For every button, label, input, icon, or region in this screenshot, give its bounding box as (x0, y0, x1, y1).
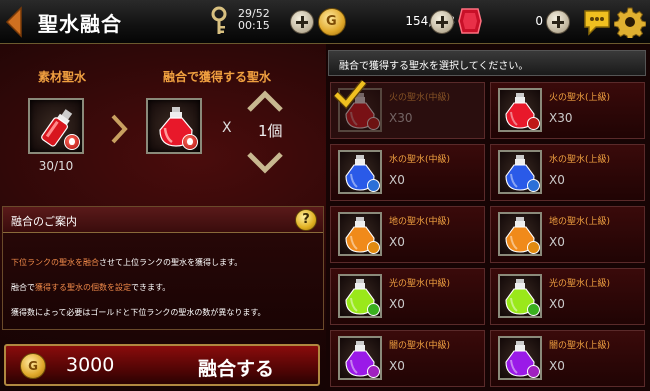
potion-name: 水の聖水(中級) (389, 155, 451, 165)
element-badge-icon (367, 179, 380, 192)
potion-thumbnail (338, 336, 382, 380)
guide-line-1-highlight: 下位ランクの聖水を融合 (11, 258, 99, 267)
quantity-up-icon[interactable] (245, 90, 285, 114)
potion-count: X0 (549, 359, 565, 373)
add-stamina-button[interactable] (290, 10, 314, 34)
result-slot (146, 98, 202, 154)
potion-name: 火の聖水(上級) (549, 93, 611, 103)
top-bar: 聖水融合 29/52 00:15 G 154,368 0 (0, 0, 650, 44)
source-count: 30/10 (38, 159, 74, 173)
potion-name: 地の聖水(上級) (549, 217, 611, 227)
potion-count: X0 (389, 235, 405, 249)
element-badge-icon (367, 117, 380, 130)
potion-count: X0 (389, 359, 405, 373)
gold-coin-icon: G (318, 8, 346, 36)
potion-thumbnail (498, 150, 542, 194)
element-badge-icon (367, 365, 380, 378)
guide-line-1-rest: させて上位ランクの聖水を獲得します。 (99, 258, 243, 267)
gold-coin-icon: G (20, 353, 46, 379)
guide-line-2-highlight: 獲得する聖水の個数を設定 (35, 283, 131, 292)
back-icon[interactable] (4, 6, 24, 38)
help-icon[interactable]: ? (295, 209, 317, 231)
chat-icon[interactable] (582, 8, 612, 36)
add-gem-button[interactable] (546, 10, 570, 34)
guide-header: 融合のご案内 ? (3, 207, 323, 233)
potion-cell[interactable]: 闇の聖水(上級) X0 (490, 330, 645, 387)
quantity-value: 1個 (258, 122, 283, 140)
gem-icon (458, 7, 482, 35)
source-label: 素材聖水 (38, 70, 87, 84)
key-icon (206, 6, 232, 36)
potion-thumbnail (498, 274, 542, 318)
potion-cell[interactable]: 水の聖水(上級) X0 (490, 144, 645, 201)
potion-count: X30 (389, 111, 413, 125)
guide-line-2-pre: 融合で (11, 283, 35, 292)
potion-cell[interactable]: 水の聖水(中級) X0 (330, 144, 485, 201)
potion-count: X0 (549, 297, 565, 311)
element-badge-icon (367, 303, 380, 316)
potion-name: 闇の聖水(中級) (389, 341, 451, 351)
potion-cell[interactable]: 火の聖水(上級) X30 (490, 82, 645, 139)
element-badge-icon (367, 241, 380, 254)
potion-count: X0 (389, 297, 405, 311)
multiply-sign: X (222, 120, 232, 136)
guide-line-3: 獲得数によって必要はゴールドと下位ランクの聖水の数が異なります。 (11, 308, 266, 317)
checkmark-icon (333, 79, 367, 109)
gem-amount: 0 (535, 14, 543, 28)
select-prompt-bar: 融合で獲得する聖水を選択してください。 (328, 50, 646, 76)
element-badge-icon (527, 365, 540, 378)
potion-thumbnail (498, 88, 542, 132)
potion-thumbnail (338, 150, 382, 194)
potion-count: X0 (549, 235, 565, 249)
element-badge-icon (527, 117, 540, 130)
potion-count: X0 (389, 173, 405, 187)
fuse-button[interactable]: G 3000 融合する (4, 344, 320, 386)
fusion-screen: 聖水融合 29/52 00:15 G 154,368 0 素材聖水 融合で獲得す… (0, 0, 650, 391)
potion-thumbnail (498, 336, 542, 380)
stamina-display: 29/52 00:15 (238, 8, 270, 32)
potion-name: 闇の聖水(上級) (549, 341, 611, 351)
guide-title: 融合のご案内 (11, 215, 77, 228)
element-badge-icon (527, 241, 540, 254)
potion-cell[interactable]: 地の聖水(上級) X0 (490, 206, 645, 263)
fusion-guide-panel: 融合のご案内 ? 下位ランクの聖水を融合させて上位ランクの聖水を獲得します。 融… (2, 206, 324, 330)
fire-element-icon (64, 134, 80, 150)
potion-name: 水の聖水(上級) (549, 155, 611, 165)
element-badge-icon (527, 179, 540, 192)
fuse-cost: 3000 (66, 354, 115, 376)
potion-thumbnail (498, 212, 542, 256)
fire-element-icon (182, 134, 198, 150)
potion-cell[interactable]: 光の聖水(中級) X0 (330, 268, 485, 325)
potion-select-panel: 融合で獲得する聖水を選択してください。 火の聖水(中級) X30 火の聖水(上級) X… (326, 44, 650, 391)
potion-cell[interactable]: 闇の聖水(中級) X0 (330, 330, 485, 387)
fusion-panel: 素材聖水 融合で獲得する聖水 30/10 X 1個 融合のご案内 ? 下位ランク… (0, 46, 326, 391)
source-slot[interactable] (28, 98, 84, 154)
page-title: 聖水融合 (38, 12, 122, 36)
potion-name: 火の聖水(中級) (389, 93, 451, 103)
arrow-right-icon (111, 114, 128, 144)
gear-icon[interactable] (613, 6, 647, 41)
element-badge-icon (527, 303, 540, 316)
result-label: 融合で獲得する聖水 (163, 70, 272, 84)
potion-name: 地の聖水(中級) (389, 217, 451, 227)
guide-line-2: 融合で獲得する聖水の個数を設定できます。 (11, 282, 170, 293)
potion-count: X0 (549, 173, 565, 187)
potion-thumbnail (338, 212, 382, 256)
potion-name: 光の聖水(上級) (549, 279, 611, 289)
potion-name: 光の聖水(中級) (389, 279, 451, 289)
potion-count: X30 (549, 111, 573, 125)
potion-cell[interactable]: 地の聖水(中級) X0 (330, 206, 485, 263)
guide-line-2-post: できます。 (131, 283, 171, 292)
fuse-label: 融合する (198, 358, 275, 380)
quantity-down-icon[interactable] (245, 150, 285, 174)
stamina-timer: 00:15 (238, 19, 270, 32)
potion-thumbnail (338, 274, 382, 318)
potion-cell[interactable]: 光の聖水(上級) X0 (490, 268, 645, 325)
potion-cell[interactable]: 火の聖水(中級) X30 (330, 79, 485, 139)
guide-line-1: 下位ランクの聖水を融合させて上位ランクの聖水を獲得します。 (11, 257, 242, 268)
add-gold-button[interactable] (430, 10, 454, 34)
select-prompt: 融合で獲得する聖水を選択してください。 (339, 61, 529, 72)
